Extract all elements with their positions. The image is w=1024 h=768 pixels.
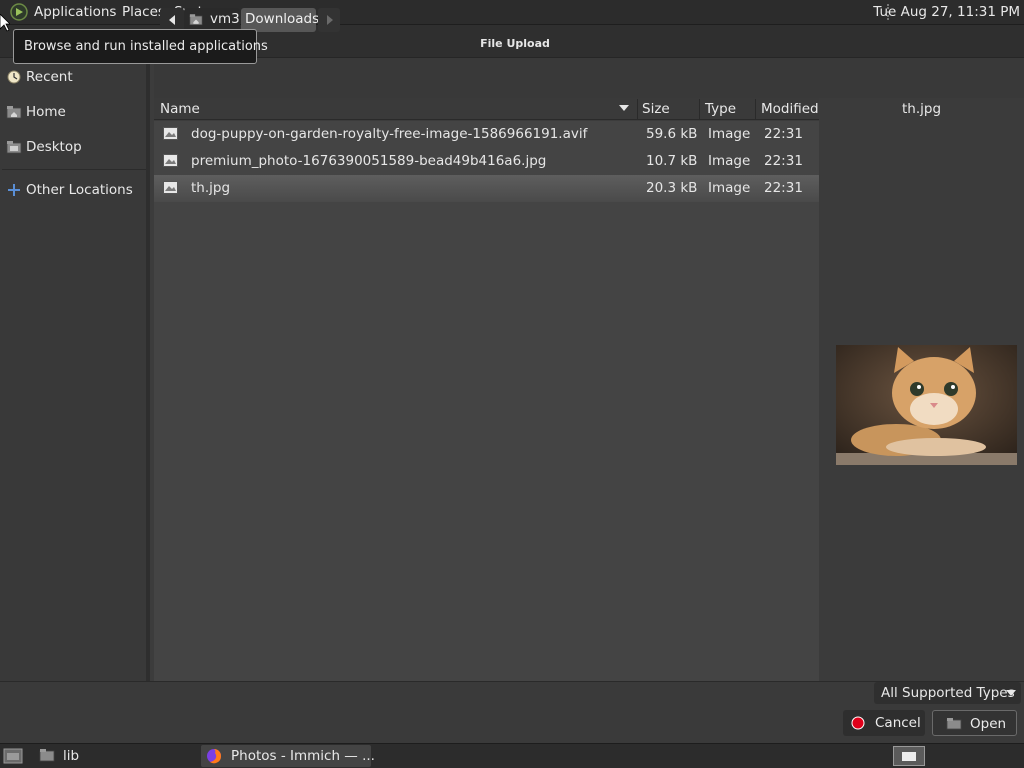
breadcrumb-label: vm3 — [210, 11, 240, 27]
file-size: 20.3 kB — [646, 180, 698, 196]
home-folder-icon — [189, 14, 203, 26]
open-folder-icon — [946, 718, 962, 730]
sidebar-divider — [2, 169, 146, 170]
cancel-button[interactable]: Cancel — [843, 710, 925, 736]
file-row[interactable]: dog-puppy-on-garden-royalty-free-image-1… — [154, 121, 819, 148]
cancel-button-label: Cancel — [875, 715, 921, 731]
preview-image — [836, 345, 1017, 465]
taskbar-item-lib[interactable] — [36, 745, 198, 767]
image-file-icon — [163, 127, 178, 140]
file-name: premium_photo-1676390051589-bead49b416a6… — [191, 153, 547, 169]
preview-filename: th.jpg — [901, 101, 942, 117]
sidebar-item-label: Home — [26, 104, 66, 120]
workspace-window-thumbnail — [902, 752, 916, 761]
top-panel: Applications Places System Tue Aug 27, 1… — [0, 0, 1024, 25]
file-row[interactable]: premium_photo-1676390051589-bead49b416a6… — [154, 148, 819, 175]
sidebar-item-recent[interactable]: Recent — [0, 63, 148, 93]
cancel-icon — [851, 716, 865, 730]
sidebar-item-other-locations[interactable]: Other Locations — [0, 176, 148, 206]
column-separator[interactable] — [699, 99, 700, 119]
mouse-cursor-icon — [0, 14, 10, 32]
column-header-size[interactable]: Size — [642, 101, 670, 117]
sort-descending-icon[interactable] — [619, 105, 629, 112]
path-bar — [154, 58, 1024, 98]
file-name: th.jpg — [191, 180, 231, 196]
arrow-right-icon — [327, 15, 333, 25]
path-forward-button[interactable] — [318, 8, 340, 32]
column-header-type[interactable]: Type — [705, 101, 736, 117]
file-type: Image — [708, 126, 751, 142]
clock-icon — [7, 70, 21, 84]
file-size: 10.7 kB — [646, 153, 698, 169]
places-sidebar: Recent Home Desktop Other Locations — [0, 58, 150, 681]
sidebar-item-label: Recent — [26, 69, 73, 85]
file-type: Image — [708, 153, 751, 169]
file-modified: 22:31 — [764, 180, 803, 196]
menu-places[interactable]: Places — [122, 4, 165, 20]
column-separator[interactable] — [755, 99, 756, 119]
file-modified: 22:31 — [764, 126, 803, 142]
file-list-header: Name Size Type Modified — [154, 98, 819, 120]
sidebar-item-label: Desktop — [26, 139, 82, 155]
file-type: Image — [708, 180, 751, 196]
workspace-switcher[interactable] — [893, 746, 925, 766]
sidebar-item-label: Other Locations — [26, 182, 133, 198]
sidebar-item-desktop[interactable]: Desktop — [0, 133, 148, 163]
sidebar-item-home[interactable]: Home — [0, 98, 148, 128]
firefox-icon — [207, 749, 222, 764]
column-separator[interactable] — [637, 99, 638, 119]
open-button-label: Open — [970, 716, 1007, 732]
taskbar-item-label: Photos - Immich — ... — [231, 748, 375, 764]
image-file-icon — [163, 154, 178, 167]
tooltip: Browse and run installed applications — [13, 29, 268, 64]
file-list[interactable]: dog-puppy-on-garden-royalty-free-image-1… — [154, 121, 819, 681]
taskbar-item-label: lib — [63, 748, 80, 764]
file-type-filter-label: All Supported Types — [881, 685, 1015, 701]
chevron-down-icon — [1006, 690, 1016, 696]
file-name: dog-puppy-on-garden-royalty-free-image-1… — [191, 126, 588, 142]
file-size: 59.6 kB — [646, 126, 698, 142]
open-button[interactable]: Open — [932, 710, 1017, 736]
file-modified: 22:31 — [764, 153, 803, 169]
folder-icon — [39, 749, 55, 762]
home-folder-icon — [6, 106, 22, 119]
clock[interactable]: Tue Aug 27, 11:31 PM — [873, 4, 1020, 20]
desktop-folder-icon — [6, 141, 22, 154]
plus-icon — [8, 184, 20, 196]
applications-menu-icon[interactable] — [9, 3, 29, 21]
file-row-selected[interactable]: th.jpg 20.3 kB Image 22:31 — [154, 175, 819, 202]
arrow-left-icon — [169, 15, 175, 25]
image-file-icon — [163, 181, 178, 194]
menu-applications[interactable]: Applications — [34, 4, 116, 20]
show-desktop-icon[interactable] — [3, 747, 23, 765]
column-header-name[interactable]: Name — [160, 101, 200, 117]
column-header-modified[interactable]: Modified — [761, 101, 819, 117]
breadcrumb-label: Downloads — [245, 11, 320, 27]
